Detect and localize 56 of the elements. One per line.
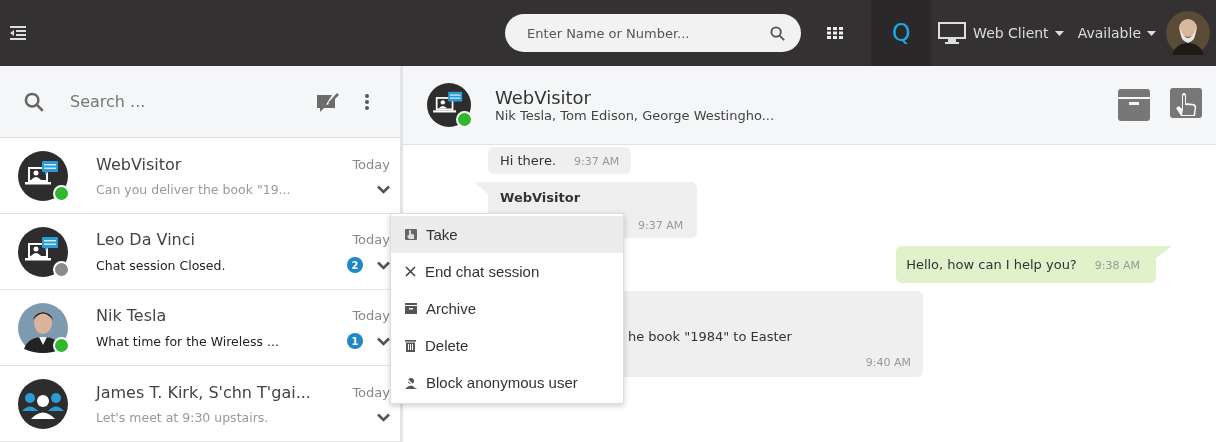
dialpad-icon[interactable] [827, 27, 844, 39]
trash-icon [405, 339, 416, 352]
caret-icon [1054, 30, 1064, 36]
chevron-down-icon[interactable] [377, 336, 390, 346]
sender-name: WebVisitor [500, 190, 582, 205]
presence-dropdown[interactable]: Available [1071, 25, 1164, 41]
contact-name: Leo Da Vinci [96, 230, 196, 249]
archive-icon [405, 303, 417, 314]
menu-icon[interactable] [10, 26, 26, 40]
chevron-down-icon[interactable] [377, 184, 390, 194]
message-time: 9:37 AM [574, 155, 620, 168]
conversation-time: Today [352, 384, 390, 400]
message-preview: Chat session Closed. [96, 257, 227, 273]
group-avatar [18, 378, 68, 429]
message-time: 9:40 AM [865, 356, 911, 369]
client-dropdown[interactable]: Web Client [931, 21, 1072, 45]
conversation-time: Today [352, 232, 390, 247]
chat-title: WebVisitor [495, 87, 592, 108]
visitor-avatar [427, 83, 471, 127]
compose-icon[interactable] [316, 90, 340, 113]
search-field[interactable]: Search ... [68, 91, 292, 112]
conversation-time: Today [352, 156, 390, 172]
app-button[interactable]: Q [871, 0, 932, 66]
conversation-time: Today [352, 308, 390, 323]
close-icon [405, 266, 416, 277]
user-avatar[interactable] [1166, 11, 1210, 55]
visitor-avatar [18, 226, 68, 277]
archive-icon[interactable] [1118, 89, 1150, 121]
more-icon[interactable] [364, 92, 370, 111]
message-text: Hi there. [500, 153, 557, 168]
search-icon[interactable] [24, 91, 44, 112]
message-text: he book "1984" to Easter [628, 329, 792, 344]
message-time: 9:37 AM [638, 219, 684, 232]
participants-list: Nik Tesla, Tom Edison, George Westingho... [495, 108, 1098, 123]
search-icon[interactable] [770, 26, 786, 41]
message-preview: Let's meet at 9:30 upstairs. [96, 409, 270, 425]
message-preview: Can you deliver the book "19... [96, 181, 292, 197]
chevron-down-icon[interactable] [377, 412, 390, 422]
chevron-down-icon[interactable] [377, 260, 390, 270]
message-text: Hello, how can I help you? [906, 257, 1077, 272]
person-avatar [18, 302, 68, 353]
conversation-item[interactable]: WebVisitor Today Can you deliver the book "19... [0, 138, 400, 214]
unread-count: 1 [347, 333, 363, 349]
caret-icon [1147, 30, 1156, 36]
blocked-user-icon [405, 376, 417, 389]
search-field[interactable]: Enter Name or Number... [505, 14, 802, 52]
contact-name: James T. Kirk, S'chn T'gai... [96, 382, 312, 402]
contact-name: Nik Tesla [96, 306, 168, 325]
menu-item[interactable]: Take [391, 216, 623, 253]
monitor-icon [937, 21, 968, 45]
contact-name: WebVisitor [96, 154, 183, 174]
unread-count: 2 [347, 257, 363, 273]
message-preview: What time for the Wireless ... [96, 333, 280, 349]
visitor-avatar [18, 150, 68, 201]
message-time: 9:38 AM [1094, 259, 1140, 272]
hand-icon [405, 228, 417, 241]
